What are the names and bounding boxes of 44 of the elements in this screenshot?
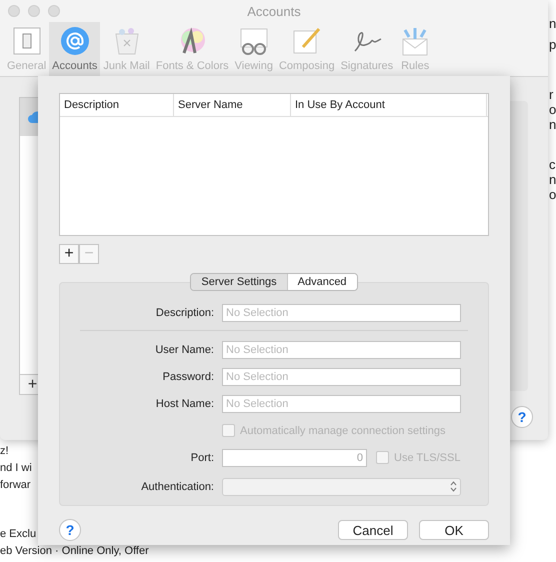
background-text: p — [549, 37, 556, 52]
window-title: Accounts — [247, 4, 301, 18]
minimize-button[interactable] — [28, 5, 40, 17]
text-field[interactable]: No Selection — [222, 340, 461, 358]
column-header[interactable]: Description — [60, 94, 174, 116]
background-text: e Exclu — [0, 527, 36, 541]
background-text: o — [549, 102, 556, 117]
segment-tab[interactable]: Advanced — [286, 274, 357, 290]
popup-menu[interactable] — [222, 478, 461, 496]
text-field[interactable]: No Selection — [222, 394, 461, 412]
chevron-icon — [450, 481, 457, 492]
help-button[interactable]: ? — [59, 519, 81, 541]
column-header[interactable]: In Use By Account — [291, 94, 487, 116]
field-label: Description: — [154, 306, 215, 318]
background-text: forwar — [0, 478, 31, 492]
field-label: Authentication: — [140, 480, 215, 492]
dialog-button[interactable]: OK — [419, 520, 489, 540]
background-text: n — [549, 16, 556, 31]
background-text: n — [549, 117, 556, 132]
field-label: Host Name: — [154, 398, 215, 410]
background-text: c — [549, 157, 556, 172]
column-header[interactable]: Server Name — [174, 94, 291, 116]
field-label: Port: — [190, 452, 215, 464]
background-text: o — [549, 187, 556, 202]
switch-icon — [10, 25, 43, 57]
background-text: z! — [0, 444, 9, 458]
segment-tab[interactable]: Server Settings — [191, 274, 287, 290]
zoom-button[interactable] — [48, 5, 60, 17]
port-field[interactable]: 0 — [222, 448, 367, 466]
text-field[interactable]: No Selection — [222, 304, 461, 322]
toolbar-tab[interactable]: Accounts — [49, 22, 100, 76]
add-button[interactable]: + — [59, 244, 79, 264]
field-label: User Name: — [154, 344, 215, 356]
background-text: r — [549, 87, 554, 102]
background-text: nd I wi — [0, 461, 32, 475]
cloud-icon — [28, 111, 38, 123]
close-button[interactable] — [8, 5, 20, 17]
help-button[interactable]: ? — [511, 406, 533, 428]
field-label: Password: — [162, 370, 215, 382]
background-text: eb Version · Online Only, Offer — [0, 544, 149, 558]
text-field[interactable]: No Selection — [222, 368, 461, 386]
dialog-button[interactable]: Cancel — [338, 520, 408, 540]
at-sign-icon — [58, 25, 91, 57]
background-text: n — [549, 172, 556, 187]
